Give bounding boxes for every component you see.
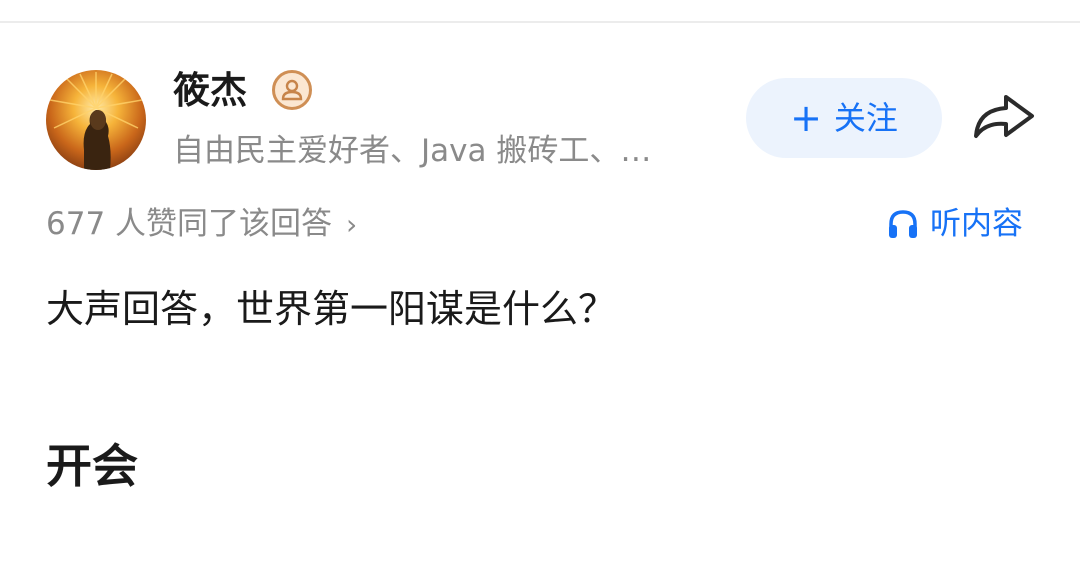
author-name[interactable]: 筱杰 xyxy=(173,68,247,114)
avatar-image xyxy=(49,72,143,170)
headphones-icon xyxy=(889,210,917,238)
answer-text: 开会 xyxy=(46,439,138,493)
question-title[interactable]: 大声回答，世界第一阳谋是什么？ xyxy=(46,283,616,335)
follow-button[interactable]: + 关注 xyxy=(746,78,942,158)
vote-count[interactable]: 677 人赞同了该回答 › xyxy=(46,202,357,247)
chevron-right-icon: › xyxy=(346,208,358,241)
listen-label: 听内容 xyxy=(930,206,1023,242)
follow-label: 关注 xyxy=(833,99,898,137)
top-divider xyxy=(0,21,1080,23)
author-bio: 自由民主爱好者、Java 搬砖工、… xyxy=(173,133,652,169)
user-badge-icon xyxy=(272,70,312,110)
listen-button[interactable]: 听内容 xyxy=(886,202,1023,246)
plus-icon: + xyxy=(790,96,822,140)
avatar[interactable] xyxy=(46,70,146,170)
vote-count-text: 677 人赞同了该回答 xyxy=(46,206,333,242)
share-icon[interactable] xyxy=(972,92,1036,144)
